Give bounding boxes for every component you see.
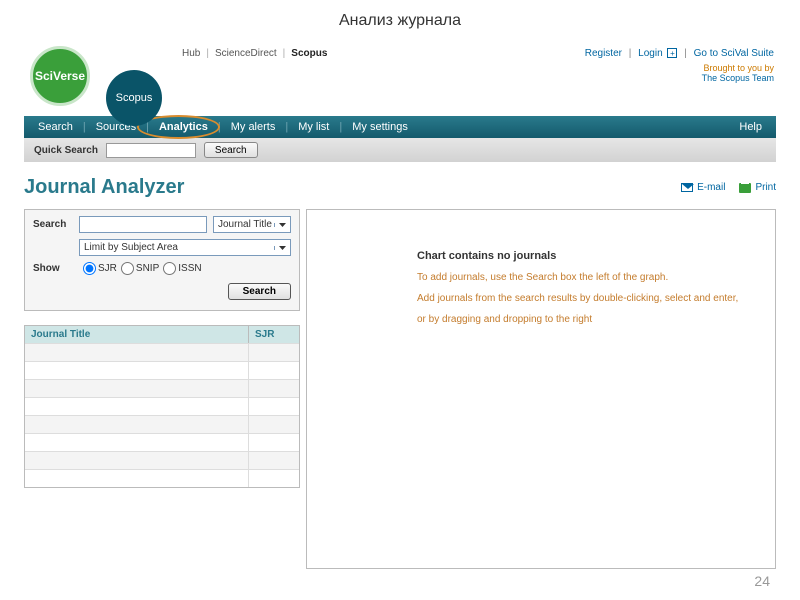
dropdown-value: Journal Title xyxy=(218,219,272,230)
slide-number: 24 xyxy=(0,569,800,595)
slide-title: Анализ журнала xyxy=(0,0,800,38)
empty-state-line2: Add journals from the search results by … xyxy=(417,293,755,304)
nav-hub[interactable]: Hub xyxy=(182,48,200,59)
show-label: Show xyxy=(33,263,73,274)
header: SciVerse Scopus Hub | ScienceDirect | Sc… xyxy=(24,38,776,112)
nav-search[interactable]: Search xyxy=(34,121,77,133)
nav-help[interactable]: Help xyxy=(735,121,766,133)
highlight-circle: Analytics xyxy=(155,121,212,133)
login-icon[interactable]: + xyxy=(667,48,677,58)
team-label: The Scopus Team xyxy=(585,73,774,83)
table-row xyxy=(25,343,299,361)
quicksearch-label: Quick Search xyxy=(34,145,98,156)
table-row xyxy=(25,415,299,433)
table-row xyxy=(25,397,299,415)
email-icon xyxy=(681,183,693,192)
left-pane: Search Journal Title Limit by Subject Ar… xyxy=(24,209,300,488)
table-row xyxy=(25,451,299,469)
col-journal-title[interactable]: Journal Title xyxy=(25,326,249,343)
empty-state-heading: Chart contains no journals xyxy=(417,250,755,262)
link-register[interactable]: Register xyxy=(585,48,622,59)
empty-state-line1: To add journals, use the Search box the … xyxy=(417,272,755,283)
radio-snip[interactable]: SNIP xyxy=(121,262,159,275)
logo-area: SciVerse Scopus xyxy=(24,46,174,112)
journal-search-button[interactable]: Search xyxy=(228,283,291,300)
results-table: Journal Title SJR xyxy=(24,325,300,488)
table-row xyxy=(25,469,299,487)
table-row xyxy=(25,433,299,451)
nav-mysettings[interactable]: My settings xyxy=(348,121,412,133)
nav-mylist[interactable]: My list xyxy=(294,121,333,133)
email-label: E-mail xyxy=(697,182,725,193)
chevron-down-icon xyxy=(274,246,286,250)
table-row xyxy=(25,379,299,397)
chevron-down-icon xyxy=(274,223,286,227)
page-actions: E-mail Print xyxy=(681,182,776,193)
account-links: Register | Login + | Go to SciVal Suite … xyxy=(585,46,776,83)
journal-search-input[interactable] xyxy=(79,216,207,233)
sep: | xyxy=(684,48,687,59)
col-sjr[interactable]: SJR xyxy=(249,326,299,343)
nav-myalerts[interactable]: My alerts xyxy=(227,121,280,133)
link-login[interactable]: Login xyxy=(638,48,662,59)
link-scival[interactable]: Go to SciVal Suite xyxy=(694,48,774,59)
table-body xyxy=(25,343,299,487)
search-field-dropdown[interactable]: Journal Title xyxy=(213,216,291,233)
sep: | xyxy=(629,48,632,59)
page-title: Journal Analyzer xyxy=(24,176,184,199)
quicksearch-button[interactable]: Search xyxy=(204,142,258,158)
nav-analytics[interactable]: Analytics xyxy=(155,121,212,133)
quicksearch-input[interactable] xyxy=(106,143,196,158)
print-icon xyxy=(739,183,751,193)
print-link[interactable]: Print xyxy=(739,182,776,193)
empty-state-line3: or by dragging and dropping to the right xyxy=(417,314,755,325)
search-panel: Search Journal Title Limit by Subject Ar… xyxy=(24,209,300,311)
quick-search-bar: Quick Search Search xyxy=(24,138,776,162)
chart-pane: Chart contains no journals To add journa… xyxy=(306,209,776,569)
scopus-logo[interactable]: Scopus xyxy=(106,70,162,126)
searchpanel-search-label: Search xyxy=(33,219,73,230)
nav-scopus[interactable]: Scopus xyxy=(291,48,327,59)
radio-sjr[interactable]: SJR xyxy=(83,262,117,275)
print-label: Print xyxy=(755,182,776,193)
nav-sep: | xyxy=(283,48,286,59)
radio-issn[interactable]: ISSN xyxy=(163,262,201,275)
radio-issn-input[interactable] xyxy=(163,262,176,275)
radio-sjr-input[interactable] xyxy=(83,262,96,275)
table-row xyxy=(25,361,299,379)
nav-sep: | xyxy=(206,48,209,59)
product-nav: Hub | ScienceDirect | Scopus xyxy=(182,46,327,59)
email-link[interactable]: E-mail xyxy=(681,182,725,193)
dropdown-value: Limit by Subject Area xyxy=(84,242,178,253)
sciverse-logo[interactable]: SciVerse xyxy=(30,46,90,106)
radio-snip-input[interactable] xyxy=(121,262,134,275)
subject-area-dropdown[interactable]: Limit by Subject Area xyxy=(79,239,291,256)
brought-by-label: Brought to you by xyxy=(585,63,774,73)
nav-sciencedirect[interactable]: ScienceDirect xyxy=(215,48,277,59)
